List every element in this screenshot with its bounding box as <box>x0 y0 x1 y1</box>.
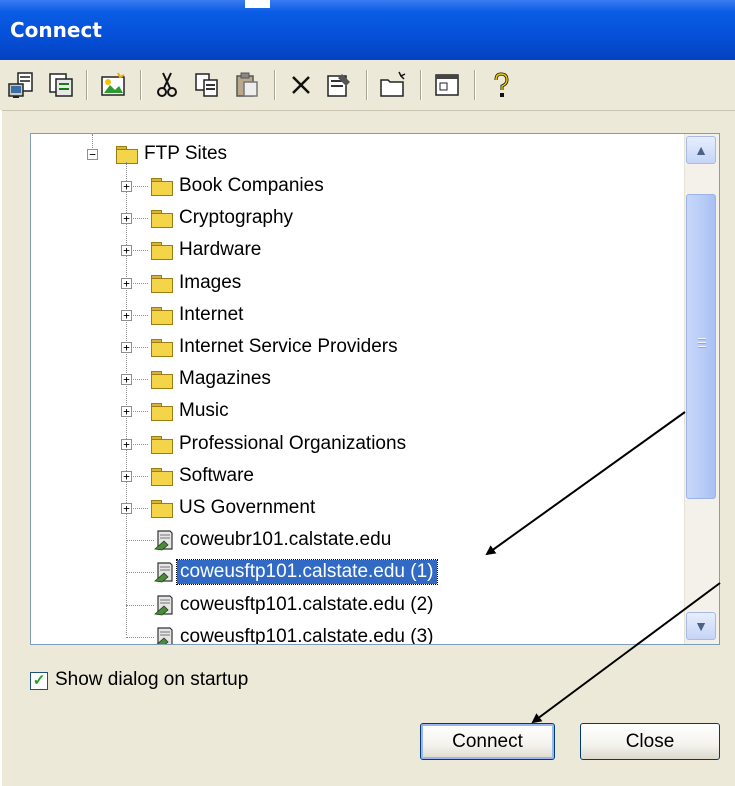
ftp-site-icon <box>154 561 174 583</box>
expand-toggle[interactable]: + <box>121 470 132 482</box>
properties-icon[interactable] <box>322 68 356 102</box>
help-icon[interactable] <box>484 68 518 102</box>
chevron-up-icon: ▲ <box>694 142 708 158</box>
toolbar-separator <box>86 70 88 100</box>
connect-button[interactable]: Connect <box>420 723 555 760</box>
site-tree: − FTP Sites + Book Companies + Cryptography… <box>31 134 683 644</box>
site-tree-panel: − FTP Sites + Book Companies + Cryptography… <box>30 133 720 645</box>
tree-site-label-selected[interactable]: coweusftp101.calstate.edu (1) <box>176 559 438 586</box>
folder-icon <box>151 178 173 196</box>
expand-toggle[interactable]: + <box>121 181 132 192</box>
checkmark-icon: ✓ <box>32 672 46 689</box>
close-button[interactable]: Close <box>580 723 720 760</box>
title-bar-notch <box>245 0 270 8</box>
cut-icon[interactable] <box>150 68 184 102</box>
folder-icon <box>151 306 173 325</box>
tree-line <box>126 636 154 638</box>
folder-icon <box>151 242 173 261</box>
tree-folder-label[interactable]: Hardware <box>176 238 264 262</box>
copy-icon[interactable] <box>190 68 224 102</box>
folder-icon <box>151 371 173 390</box>
ftp-site-icon <box>154 529 174 551</box>
left-edge <box>0 110 2 786</box>
tree-folder-label[interactable]: Internet Service Providers <box>176 335 401 359</box>
expand-toggle[interactable]: + <box>121 277 132 289</box>
expand-toggle[interactable]: + <box>121 245 132 257</box>
tree-site-label[interactable]: coweubr101.calstate.edu <box>177 528 394 552</box>
tree-folder-label[interactable]: Internet <box>176 303 246 327</box>
toolbar-separator <box>420 70 422 100</box>
title-bar: Connect <box>0 0 735 60</box>
ftp-site-icon <box>154 594 174 616</box>
show-dialog-checkbox[interactable]: ✓ <box>30 672 48 690</box>
expand-toggle[interactable]: + <box>121 374 132 386</box>
connect-dialog: Connect − FTP Sites + Book Companies + C… <box>0 0 735 786</box>
new-site-icon[interactable] <box>96 68 130 102</box>
expand-toggle[interactable]: + <box>121 213 132 225</box>
vertical-scrollbar[interactable]: ▲ ▼ <box>684 134 719 644</box>
folder-icon <box>151 274 173 293</box>
chevron-down-icon: ▼ <box>694 618 708 634</box>
quick-connect-icon[interactable] <box>44 68 78 102</box>
window-icon[interactable] <box>430 68 464 102</box>
tree-site-label[interactable]: coweusftp101.calstate.edu (3) <box>177 625 437 644</box>
tree-folder-label[interactable]: Magazines <box>176 367 274 391</box>
tree-line <box>126 540 154 542</box>
window-title: Connect <box>10 18 102 42</box>
tree-folder-label[interactable]: Music <box>176 399 232 423</box>
tree-root-label[interactable]: FTP Sites <box>141 142 230 166</box>
paste-icon[interactable] <box>230 68 264 102</box>
folder-icon <box>116 146 138 164</box>
tree-line <box>126 604 154 606</box>
folder-icon <box>151 435 173 454</box>
toolbar <box>0 60 735 111</box>
scroll-down-button[interactable]: ▼ <box>686 612 716 640</box>
toolbar-separator <box>366 70 368 100</box>
tree-line <box>126 162 127 635</box>
expand-toggle[interactable]: + <box>121 438 132 450</box>
tree-folder-label[interactable]: Images <box>176 271 244 295</box>
expand-toggle[interactable]: + <box>121 503 132 514</box>
folder-icon <box>151 339 173 357</box>
toolbar-separator <box>474 70 476 100</box>
ftp-site-icon <box>154 626 174 644</box>
scroll-thumb[interactable] <box>686 194 716 499</box>
expand-toggle[interactable]: + <box>121 406 132 418</box>
tree-folder-label[interactable]: Cryptography <box>176 206 296 230</box>
collapse-toggle[interactable]: − <box>87 149 98 160</box>
tree-folder-label[interactable]: US Government <box>176 496 318 520</box>
expand-toggle[interactable]: + <box>121 342 132 353</box>
expand-toggle[interactable]: + <box>121 309 132 321</box>
tree-folder-label[interactable]: Professional Organizations <box>176 432 409 456</box>
show-dialog-label: Show dialog on startup <box>55 669 249 690</box>
folder-icon <box>151 210 173 229</box>
new-folder-icon[interactable] <box>376 68 410 102</box>
toolbar-separator <box>274 70 276 100</box>
delete-icon[interactable] <box>284 68 318 102</box>
folder-icon <box>151 467 173 486</box>
toolbar-separator <box>140 70 142 100</box>
tree-line <box>126 572 154 574</box>
folder-icon <box>151 403 173 422</box>
tree-folder-label[interactable]: Book Companies <box>176 174 327 198</box>
tree-site-label[interactable]: coweusftp101.calstate.edu (2) <box>177 593 437 617</box>
tree-folder-label[interactable]: Software <box>176 464 257 488</box>
connect-icon[interactable] <box>4 68 38 102</box>
folder-icon <box>151 500 173 518</box>
scroll-up-button[interactable]: ▲ <box>686 136 716 164</box>
